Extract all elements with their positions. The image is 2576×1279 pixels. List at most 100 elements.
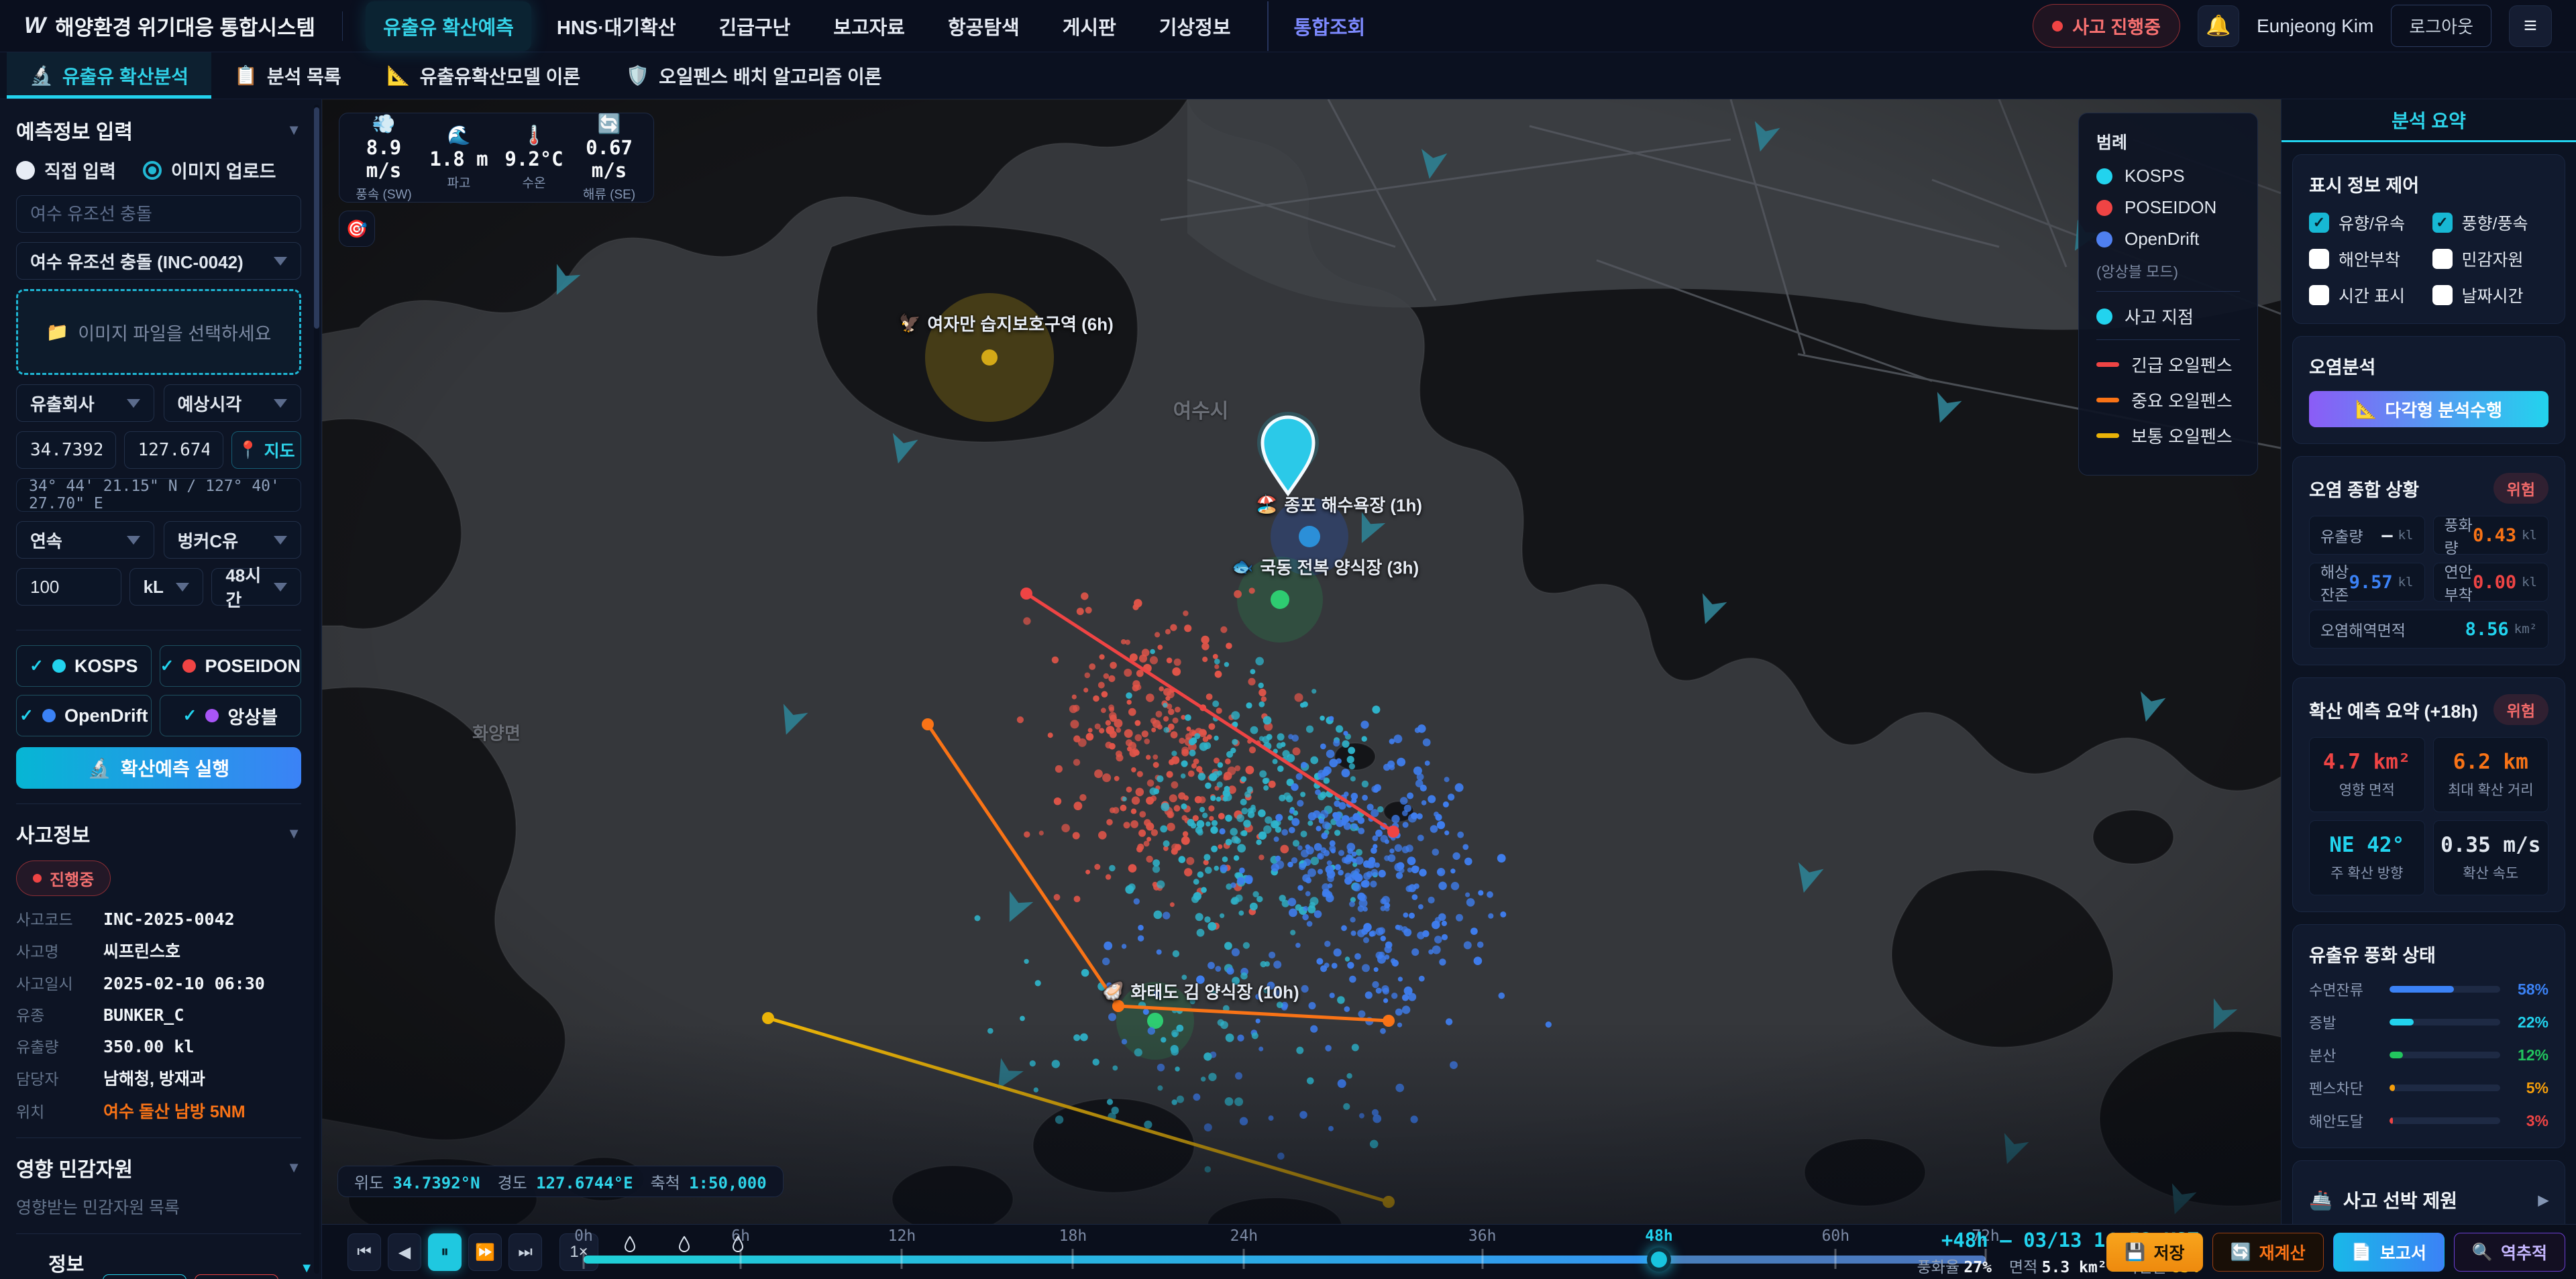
map-canvas[interactable]: 여수시화양면 🦅여자만 습지보호구역 (6h)🏖️종포 해수욕장 (1h)🐟국동… — [322, 99, 2281, 1224]
pollution-analysis-card: 오염분석 📐 다각형 분석수행 — [2292, 336, 2565, 444]
model-chip-KOSPS[interactable]: ✓KOSPS — [16, 645, 152, 687]
nav-item-통합조회[interactable]: 통합조회 — [1267, 1, 1383, 51]
step-back-button[interactable]: ◀ — [388, 1233, 421, 1271]
nav-item-항공탐색[interactable]: 항공탐색 — [930, 1, 1037, 51]
site-icon: 🦅 — [899, 313, 920, 334]
run-prediction-button[interactable]: 🔬 확산예측 실행 — [16, 747, 301, 789]
display-option-날짜시간[interactable]: 날짜시간 — [2432, 283, 2549, 307]
fast-forward-button[interactable]: ⏩ — [468, 1233, 502, 1271]
forecast-최대 확산 거리: 6.2 km최대 확산 거리 — [2433, 737, 2549, 812]
layers-all-on-button[interactable]: 전체 켜기 — [103, 1274, 186, 1279]
model-chip-앙상블[interactable]: ✓앙상블 — [160, 695, 301, 736]
incident-name-input[interactable] — [16, 195, 301, 233]
display-option-풍향/풍속[interactable]: ✓풍향/풍속 — [2432, 211, 2549, 235]
action-buttons: 💾저장 🔄재계산📄보고서🔍역추적 — [2106, 1233, 2565, 1272]
weather-label: 풍속 (SW) — [346, 184, 421, 203]
incident-select[interactable]: 여수 유조선 충돌 (INC-0042) — [16, 242, 301, 280]
nav-item-긴급구난[interactable]: 긴급구난 — [702, 1, 808, 51]
legend-ensemble-note: (앙상블 모드) — [2096, 260, 2240, 282]
model-color-dot — [52, 659, 66, 673]
timeline-scrubber[interactable] — [1647, 1247, 1671, 1272]
logout-button[interactable]: 로그아웃 — [2391, 5, 2491, 47]
site-label[interactable]: 🐟국동 전복 양식장 (3h) — [1232, 555, 1419, 579]
legend-dot-icon — [2096, 231, 2112, 247]
nav-item-유출유 확산예측[interactable]: 유출유 확산예측 — [366, 1, 531, 51]
checkbox-checked-icon[interactable]: ✓ — [2309, 213, 2329, 233]
nav-item-HNS·대기확산[interactable]: HNS·대기확산 — [539, 1, 694, 51]
checkbox-icon[interactable] — [2309, 249, 2329, 269]
unit-select[interactable]: kL — [129, 568, 204, 606]
latitude-input[interactable] — [16, 431, 116, 469]
recalc-button[interactable]: 🔄재계산 — [2212, 1233, 2324, 1272]
tab-analysis-list[interactable]: 📋분석 목록 — [211, 52, 364, 99]
notifications-button[interactable]: 🔔 — [2198, 5, 2239, 47]
hamburger-menu-button[interactable]: ≡ — [2509, 5, 2552, 47]
weathering-펜스차단: 펜스차단5% — [2309, 1077, 2548, 1099]
legend-incident-label: 사고 지점 — [2125, 304, 2194, 329]
longitude-input[interactable] — [124, 431, 224, 469]
weathering-state-title: 유출유 풍화 상태 — [2309, 941, 2548, 967]
collapse-icon[interactable]: ▼ — [286, 121, 301, 139]
expected-time-select[interactable]: 예상시각 — [164, 384, 302, 422]
incident-row-value: 씨프린스호 — [103, 938, 180, 962]
nav-item-게시판[interactable]: 게시판 — [1045, 1, 1134, 51]
tab-spill-analysis[interactable]: 🔬유출유 확산분석 — [7, 52, 211, 99]
incident-info-table: 사고코드INC-2025-0042사고명씨프린스호사고일시2025-02-10 … — [16, 907, 301, 1123]
image-upload-dropzone[interactable]: 📁 이미지 파일을 선택하세요 — [16, 289, 301, 375]
tab-model-theory[interactable]: 📐유출유확산모델 이론 — [364, 52, 604, 99]
legend-model-label: OpenDrift — [2125, 229, 2199, 249]
report-button[interactable]: 📄보고서 — [2333, 1233, 2445, 1272]
model-chip-OpenDrift[interactable]: ✓OpenDrift — [16, 695, 152, 736]
display-option-해안부착[interactable]: 해안부착 — [2309, 247, 2426, 271]
display-option-민감자원[interactable]: 민감자원 — [2432, 247, 2549, 271]
duration-select[interactable]: 48시간 — [211, 568, 301, 606]
nav-item-기상정보[interactable]: 기상정보 — [1142, 1, 1248, 51]
tick-36h: 36h — [1468, 1227, 1497, 1245]
oil-type-select[interactable]: 벙커C유 — [164, 521, 302, 559]
forecast-주 확산 방향: NE 42°주 확산 방향 — [2309, 820, 2425, 895]
bell-icon: 🔔 — [2206, 14, 2231, 38]
spill-type-select[interactable]: 연속 — [16, 521, 154, 559]
status-dot-icon — [2052, 21, 2063, 32]
checkbox-icon[interactable] — [2432, 285, 2453, 305]
skip-start-button[interactable]: ⏮ — [347, 1233, 381, 1271]
layers-all-off-button[interactable]: 전체 끄기 — [195, 1274, 278, 1279]
sidebar-scrollbar-thumb[interactable] — [314, 107, 319, 329]
site-label[interactable]: 🦪화태도 김 양식장 (10h) — [1102, 979, 1299, 1004]
tab-boom-theory[interactable]: 🛡️오일펜스 배치 알고리즘 이론 — [603, 52, 904, 99]
collapse-icon[interactable]: ▼ — [286, 1159, 301, 1176]
amount-input[interactable] — [16, 568, 121, 606]
site-label[interactable]: 🏖️종포 해수욕장 (1h) — [1256, 492, 1422, 517]
map-pin-icon: 📍 — [237, 441, 258, 460]
hamburger-icon: ≡ — [2524, 13, 2537, 39]
timeline-track[interactable]: 0h6h12h18h24h36h48h60h72h — [584, 1225, 1986, 1279]
collapse-icon[interactable]: ▼ — [286, 825, 301, 842]
weather-label: 파고 — [421, 173, 496, 191]
radio-label: 직접 입력 — [44, 157, 116, 183]
panel-사고 선박 제원[interactable]: 🚢사고 선박 제원▶ — [2292, 1160, 2565, 1224]
radio-이미지 업로드[interactable]: 이미지 업로드 — [143, 157, 276, 183]
pollution-analysis-title: 오염분석 — [2309, 353, 2548, 379]
pick-on-map-button[interactable]: 📍 지도 — [231, 431, 301, 469]
checkbox-checked-icon[interactable]: ✓ — [2432, 213, 2453, 233]
skip-end-button[interactable]: ⏭ — [508, 1233, 542, 1271]
save-button[interactable]: 💾저장 — [2106, 1233, 2202, 1272]
display-option-시간 표시[interactable]: 시간 표시 — [2309, 283, 2426, 307]
company-select[interactable]: 유출회사 — [16, 384, 154, 422]
nav-item-보고자료[interactable]: 보고자료 — [816, 1, 922, 51]
ruler-icon: 📐 — [2355, 399, 2377, 420]
status-dot-icon — [33, 874, 42, 883]
checkbox-icon[interactable] — [2432, 249, 2453, 269]
model-chip-POSEIDON[interactable]: ✓POSEIDON — [160, 645, 301, 687]
analysis-summary-tab[interactable]: 분석 요약 — [2282, 99, 2576, 142]
display-option-유향/유속[interactable]: ✓유향/유속 — [2309, 211, 2426, 235]
checkbox-icon[interactable] — [2309, 285, 2329, 305]
status-풍화량: 풍화량0.43kl — [2433, 516, 2549, 555]
radio-직접 입력[interactable]: 직접 입력 — [16, 157, 116, 183]
trace-button[interactable]: 🔍역추적 — [2454, 1233, 2565, 1272]
polygon-analysis-button[interactable]: 📐 다각형 분석수행 — [2309, 391, 2548, 427]
site-label[interactable]: 🦅여자만 습지보호구역 (6h) — [899, 311, 1114, 336]
weathering-label: 수면잔류 — [2309, 979, 2379, 1000]
recenter-incident-button[interactable]: 🎯 — [339, 211, 375, 247]
pause-button[interactable]: ⏸ — [428, 1233, 462, 1271]
